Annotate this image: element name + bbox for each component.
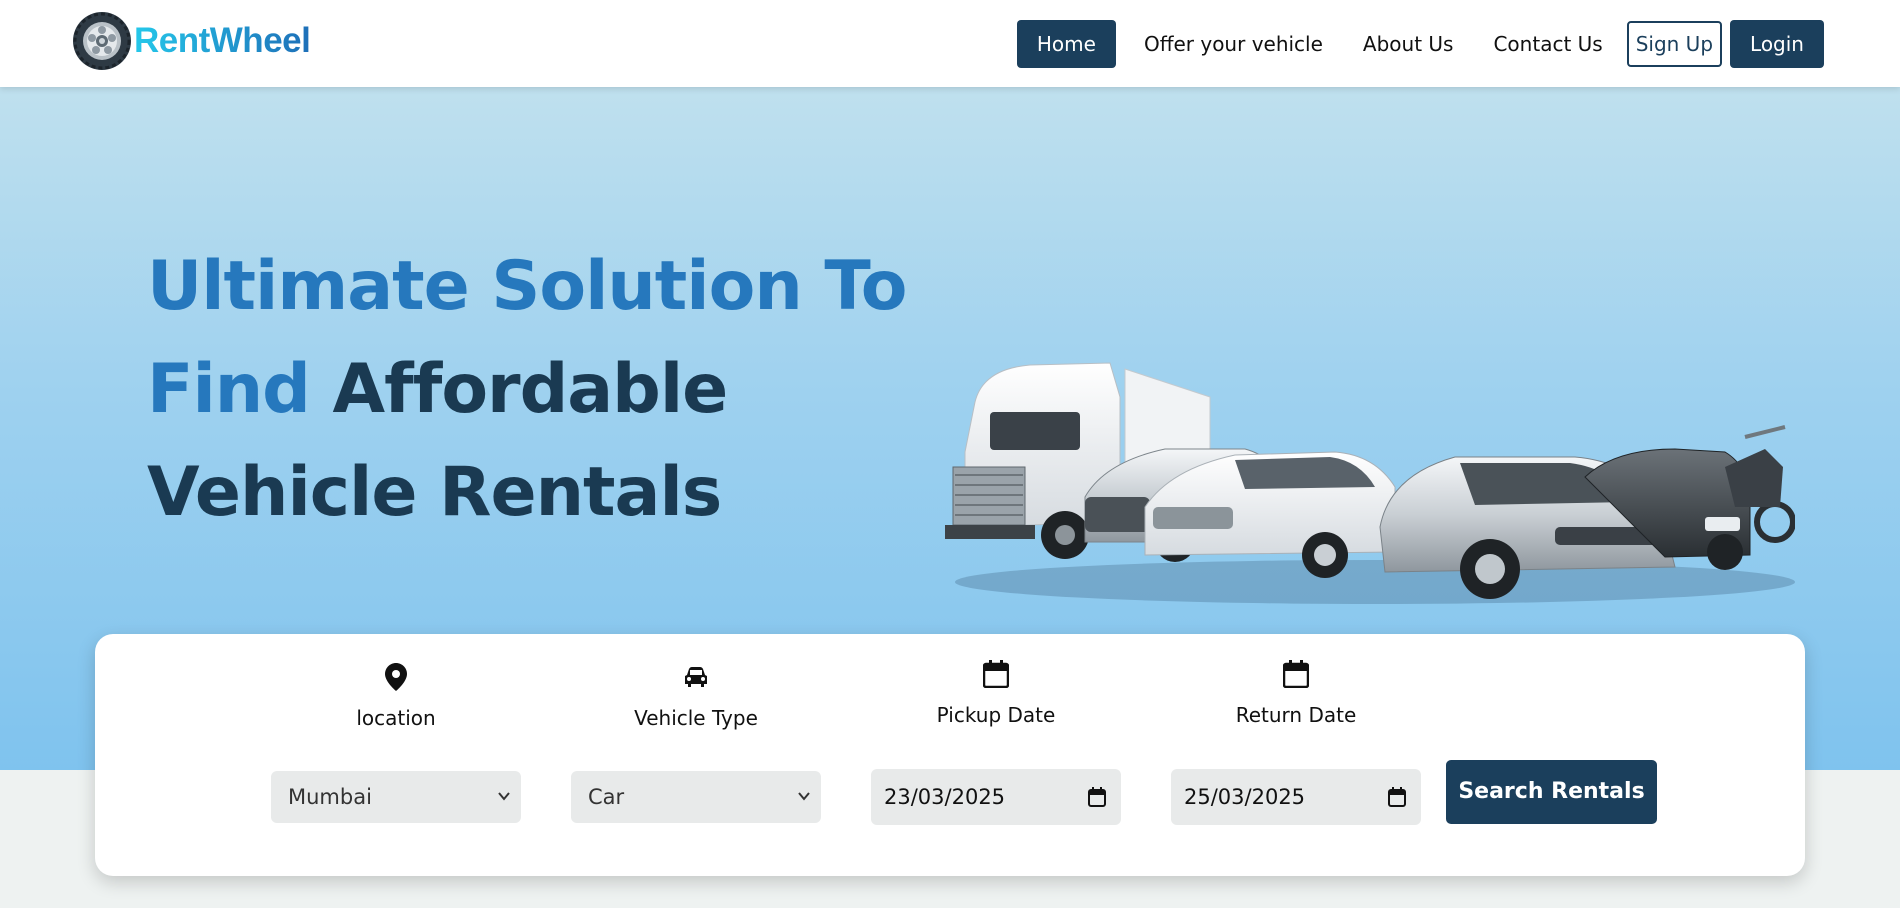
chevron-down-icon [798, 792, 810, 801]
vehicle-type-field-header: Vehicle Type [571, 662, 821, 730]
search-card: location Mumbai Vehicle Type Car Pickup … [95, 634, 1805, 876]
calendar-picker-icon[interactable] [1388, 787, 1406, 807]
brand-name: RentWheel [134, 21, 311, 60]
main-nav: Home Offer your vehicle About Us Contact… [1016, 20, 1824, 68]
nav-about-us[interactable]: About Us [1343, 20, 1474, 68]
pickup-date-value: 23/03/2025 [884, 785, 1006, 809]
nav-offer-vehicle[interactable]: Offer your vehicle [1124, 20, 1343, 68]
hero-headline: Ultimate Solution To Find Affordable Veh… [147, 235, 907, 544]
search-rentals-button[interactable]: Search Rentals [1446, 760, 1657, 824]
calendar-icon [1283, 660, 1309, 688]
return-date-field-header: Return Date [1171, 659, 1421, 727]
location-pin-icon [385, 663, 407, 691]
location-value: Mumbai [288, 785, 372, 809]
location-field-header: location [271, 662, 521, 730]
pickup-date-input[interactable]: 23/03/2025 [871, 769, 1121, 825]
headline-line2-dark: Affordable [332, 350, 729, 429]
return-date-input[interactable]: 25/03/2025 [1171, 769, 1421, 825]
vehicle-type-value: Car [588, 785, 625, 809]
headline-line2-blue: Find [147, 350, 333, 429]
vehicles-illustration [945, 362, 1795, 604]
signup-button[interactable]: Sign Up [1626, 21, 1723, 67]
vehicle-type-label: Vehicle Type [634, 706, 758, 730]
brand-logo[interactable]: RentWheel [72, 10, 311, 72]
return-date-value: 25/03/2025 [1184, 785, 1306, 809]
pickup-date-field-header: Pickup Date [871, 659, 1121, 727]
car-icon [685, 667, 707, 687]
wheel-logo-icon [73, 12, 131, 70]
location-label: location [356, 706, 436, 730]
headline-line1: Ultimate Solution To [147, 247, 907, 326]
location-select[interactable]: Mumbai [271, 771, 521, 823]
return-date-label: Return Date [1235, 703, 1357, 727]
pickup-date-label: Pickup Date [936, 703, 1056, 727]
chevron-down-icon [498, 792, 510, 801]
calendar-icon [983, 660, 1009, 688]
nav-home[interactable]: Home [1016, 20, 1116, 68]
calendar-picker-icon[interactable] [1088, 787, 1106, 807]
navbar: RentWheel Home Offer your vehicle About … [0, 0, 1900, 87]
nav-contact-us[interactable]: Contact Us [1473, 20, 1622, 68]
headline-line3: Vehicle Rentals [147, 453, 722, 532]
vehicle-type-select[interactable]: Car [571, 771, 821, 823]
login-button[interactable]: Login [1730, 20, 1824, 68]
